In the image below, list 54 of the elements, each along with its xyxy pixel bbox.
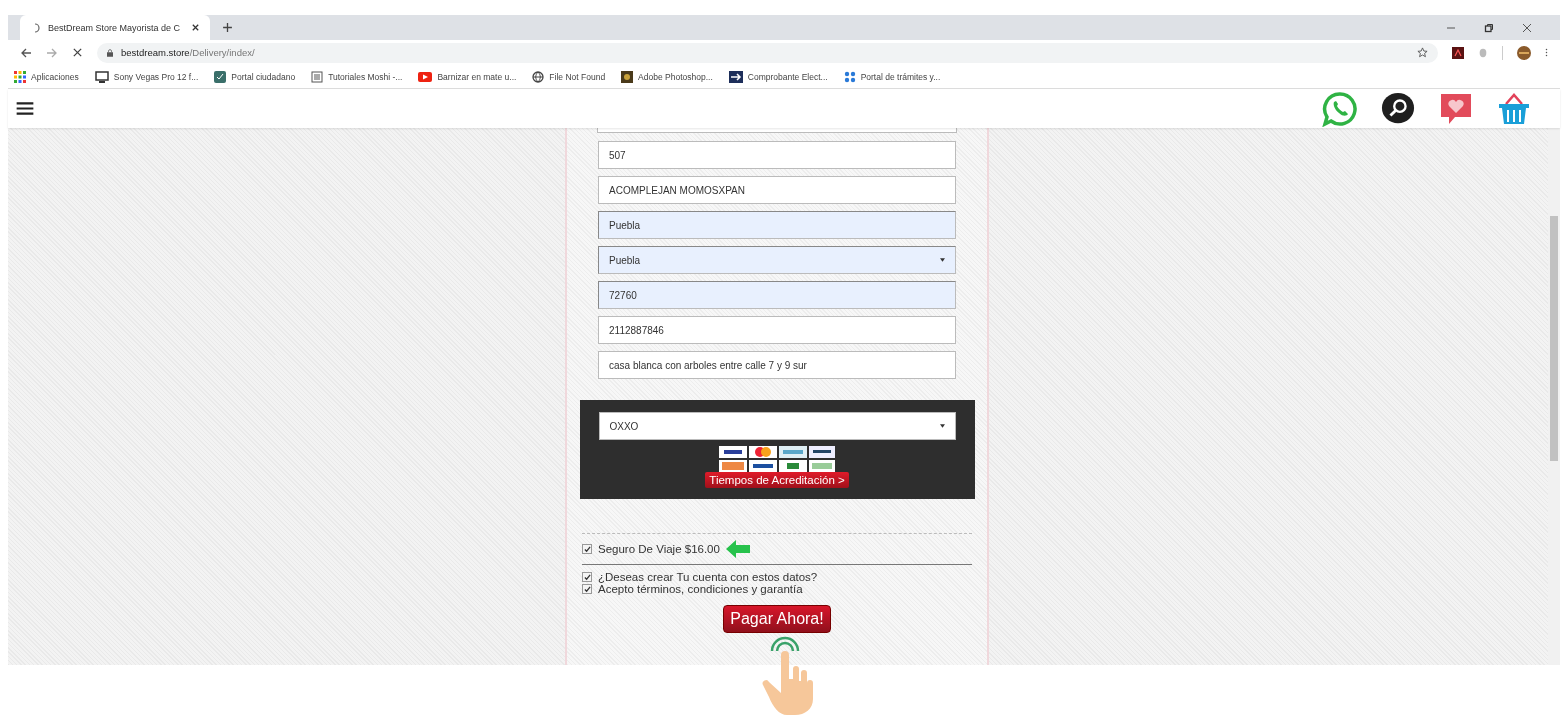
bookmark-link[interactable]: Tutoriales Moshi -... [328, 71, 403, 82]
dots-grid-icon[interactable] [843, 70, 856, 83]
accreditation-times-link[interactable]: Tiempos de Acreditación > [705, 472, 849, 488]
stop-icon[interactable] [72, 47, 83, 58]
star-icon[interactable] [1417, 47, 1428, 58]
scrollbar-thumb[interactable] [1550, 216, 1558, 461]
bookmark-link[interactable]: Portal ciudadano [231, 71, 296, 82]
back-icon[interactable] [20, 46, 32, 59]
bookmark-link[interactable]: File Not Found [549, 71, 606, 82]
input-field[interactable]: casa blanca con arboles entre calle 7 y 9 sur [598, 351, 956, 379]
checkbox[interactable] [582, 544, 592, 554]
close-icon[interactable] [191, 23, 200, 32]
restore-icon[interactable] [1484, 22, 1494, 33]
pdf-extension-icon[interactable] [1452, 46, 1464, 59]
bookmark-link[interactable]: Aplicaciones [31, 71, 79, 82]
page-icon[interactable] [311, 70, 324, 83]
caret-icon [939, 424, 945, 428]
close-icon[interactable] [1522, 22, 1532, 33]
new-tab-icon[interactable] [222, 22, 233, 33]
browser-tab[interactable]: BestDream Store Mayorista de C [20, 15, 210, 40]
whatsapp-icon[interactable] [1322, 90, 1358, 127]
input-field[interactable]: 72760 [598, 281, 956, 309]
arrow-right-icon[interactable] [728, 70, 743, 83]
pay-now-button[interactable]: Pagar Ahora! [723, 605, 831, 633]
payment-method-select[interactable]: OXXO [598, 412, 956, 440]
apps-grid-icon[interactable] [14, 70, 26, 83]
lock-icon [107, 48, 113, 57]
url-text[interactable]: bestdream.store/Delivery/index/ [121, 47, 255, 58]
arrow-left-icon [725, 540, 750, 558]
input-field[interactable]: Puebla [598, 211, 956, 239]
bookmark-link[interactable]: Adobe Photoshop... [638, 71, 713, 82]
input-field[interactable]: 2112887846 [598, 316, 956, 344]
tab-title: BestDream Store Mayorista de C [48, 22, 182, 33]
select-field[interactable]: Puebla [598, 246, 956, 274]
bookmark-link[interactable]: Portal de trámites y... [860, 71, 941, 82]
bookmark-link[interactable]: Comprobante Elect... [747, 71, 828, 82]
globe-icon[interactable] [532, 70, 545, 83]
checkbox-label: ¿Deseas crear Tu cuenta con estos datos? [598, 571, 818, 583]
video-play-icon[interactable] [418, 71, 433, 82]
checkbox[interactable] [582, 572, 592, 582]
insurance-label: Seguro De Viaje $16.00 [598, 543, 720, 555]
input-field[interactable]: ACOMPLEJAN MOMOSXPAN [598, 176, 956, 204]
image-icon[interactable] [621, 70, 634, 83]
caret-icon [940, 258, 945, 262]
checkbox[interactable] [582, 584, 592, 594]
input-field[interactable]: 507 [598, 141, 956, 169]
monitor-icon[interactable] [94, 70, 109, 83]
menu-icon[interactable] [16, 102, 34, 115]
bookmark-link[interactable]: Sony Vegas Pro 12 f... [113, 71, 199, 82]
search-icon[interactable] [1380, 91, 1416, 126]
profile-avatar-icon[interactable] [1517, 45, 1531, 60]
scrollbar[interactable] [1548, 128, 1560, 665]
bookmark-link[interactable]: Barnizar en mate u... [437, 71, 517, 82]
checkbox-label: Acepto términos, condiciones y garantía [598, 583, 803, 595]
